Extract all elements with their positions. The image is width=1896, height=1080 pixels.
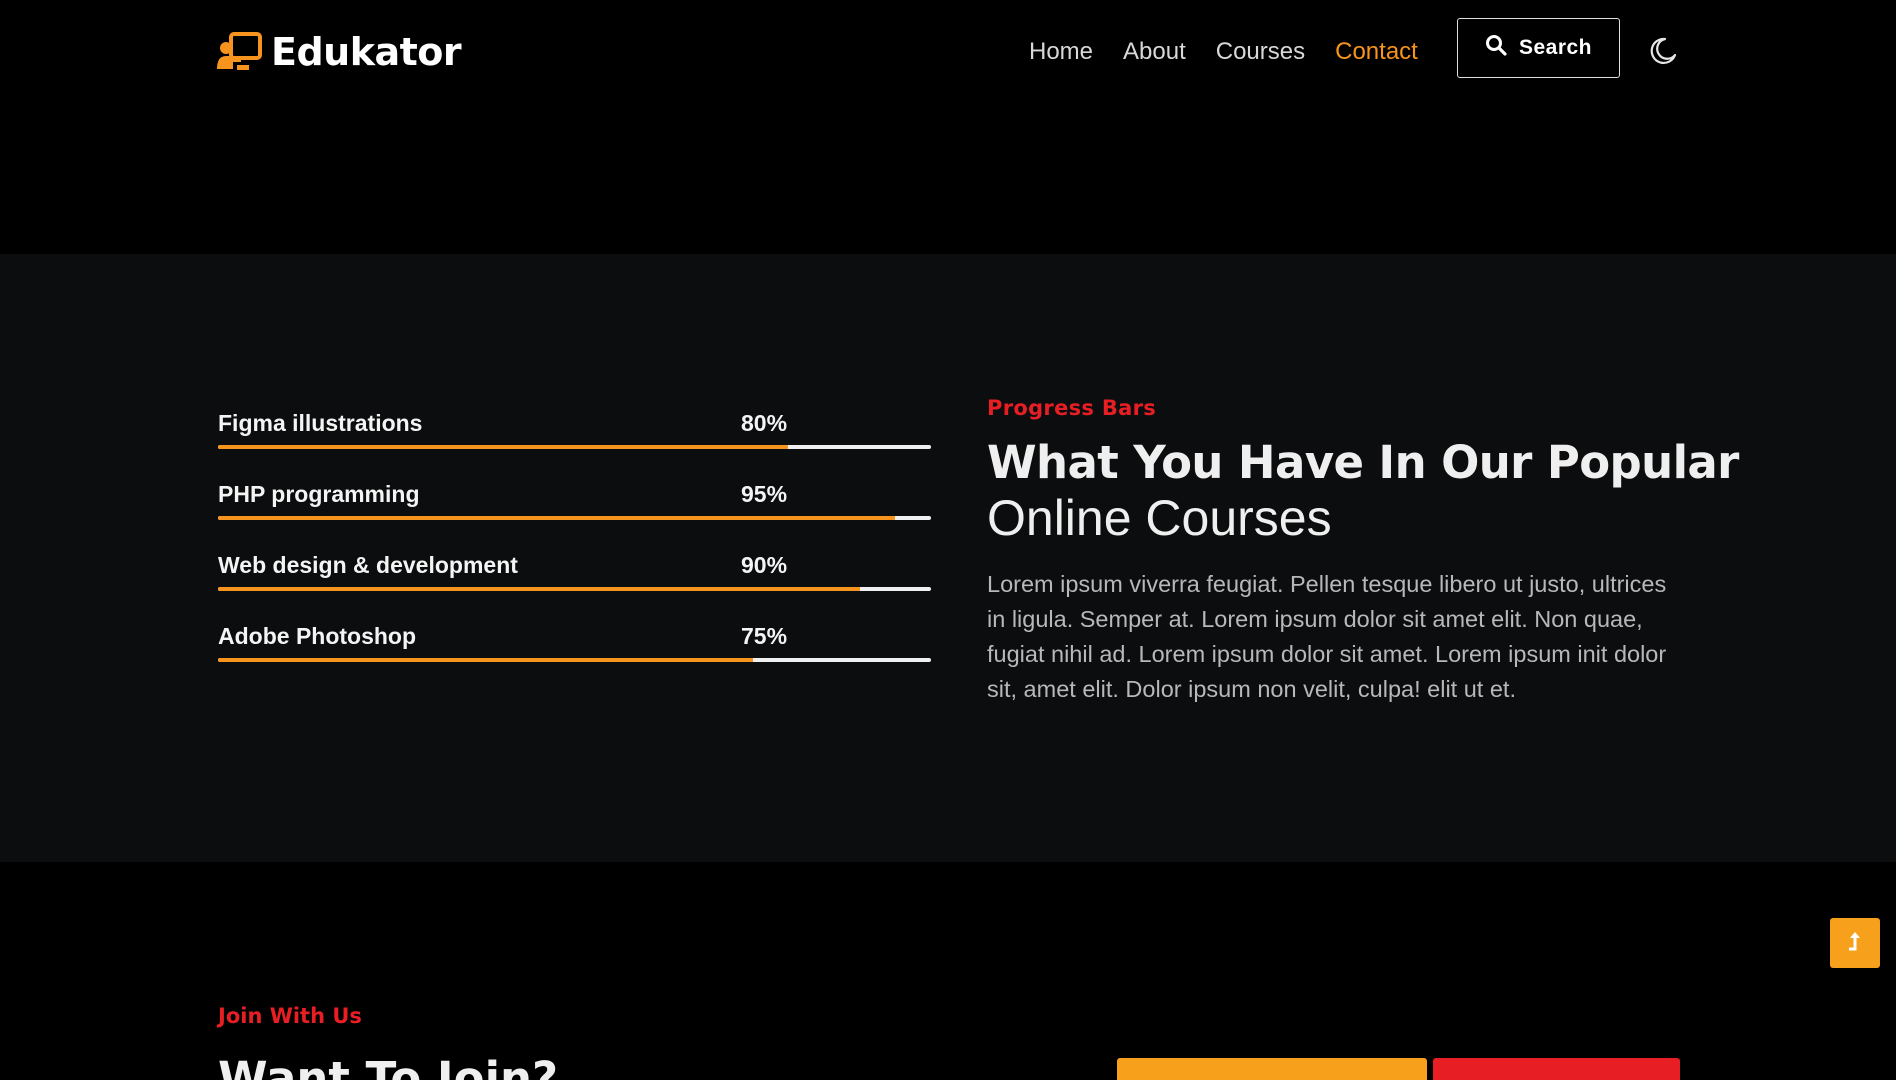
join-eyebrow: Join With Us xyxy=(218,1004,362,1028)
progress-bar-item: Adobe Photoshop 75% xyxy=(218,623,931,694)
progress-bars-list: Figma illustrations 80% PHP programming … xyxy=(218,410,931,694)
join-section: Join With Us Want To Join? xyxy=(0,862,1896,1080)
progress-bar-track xyxy=(218,658,931,662)
nav-about[interactable]: About xyxy=(1123,38,1186,66)
progress-section: Figma illustrations 80% PHP programming … xyxy=(0,254,1896,862)
progress-bar-label: Figma illustrations xyxy=(218,410,423,436)
nav-home[interactable]: Home xyxy=(1029,38,1093,66)
progress-bar-fill xyxy=(218,587,860,591)
progress-bar-fill xyxy=(218,516,896,520)
progress-info: Progress Bars What You Have In Our Popul… xyxy=(987,396,1739,707)
nav-contact[interactable]: Contact xyxy=(1335,38,1418,66)
join-secondary-button[interactable] xyxy=(1433,1058,1680,1080)
progress-bar-item: PHP programming 95% xyxy=(218,481,931,552)
progress-bar-fill xyxy=(218,658,753,662)
section-heading: What You Have In Our Popular xyxy=(987,436,1739,489)
main-nav: Home About Courses Contact xyxy=(1029,38,1418,66)
progress-bar-item: Figma illustrations 80% xyxy=(218,410,931,481)
teacher-board-icon xyxy=(217,31,263,73)
brand-name: Edukator xyxy=(271,30,462,74)
progress-bar-percent: 95% xyxy=(741,481,788,507)
brand-logo[interactable]: Edukator xyxy=(217,30,462,74)
section-eyebrow: Progress Bars xyxy=(987,396,1157,420)
progress-bar-track xyxy=(218,516,931,520)
join-primary-button[interactable] xyxy=(1117,1058,1427,1080)
progress-bar-label: PHP programming xyxy=(218,481,420,507)
scroll-to-top-button[interactable] xyxy=(1830,918,1880,968)
progress-bar-label: Web design & development xyxy=(218,552,518,578)
section-description: Lorem ipsum viverra feugiat. Pellen tesq… xyxy=(987,571,1667,702)
search-icon xyxy=(1485,34,1507,62)
progress-bar-percent: 75% xyxy=(741,623,788,649)
section-subheading: Online Courses xyxy=(987,490,1332,546)
progress-bar-track xyxy=(218,445,931,449)
search-button[interactable]: Search xyxy=(1457,18,1620,78)
progress-bar-label: Adobe Photoshop xyxy=(218,623,417,649)
nav-courses[interactable]: Courses xyxy=(1216,38,1305,66)
progress-bar-fill xyxy=(218,445,789,449)
theme-toggle-button[interactable] xyxy=(1648,36,1678,66)
progress-bar-percent: 90% xyxy=(741,552,788,578)
arrow-up-icon xyxy=(1845,929,1865,958)
progress-bar-item: Web design & development 90% xyxy=(218,552,931,623)
progress-bar-percent: 80% xyxy=(741,410,788,436)
join-title: Want To Join? xyxy=(218,1052,559,1080)
search-label: Search xyxy=(1518,36,1593,59)
progress-bar-track xyxy=(218,587,931,591)
site-header: Edukator Home About Courses Contact Sear… xyxy=(0,0,1896,254)
moon-icon xyxy=(1648,37,1678,70)
